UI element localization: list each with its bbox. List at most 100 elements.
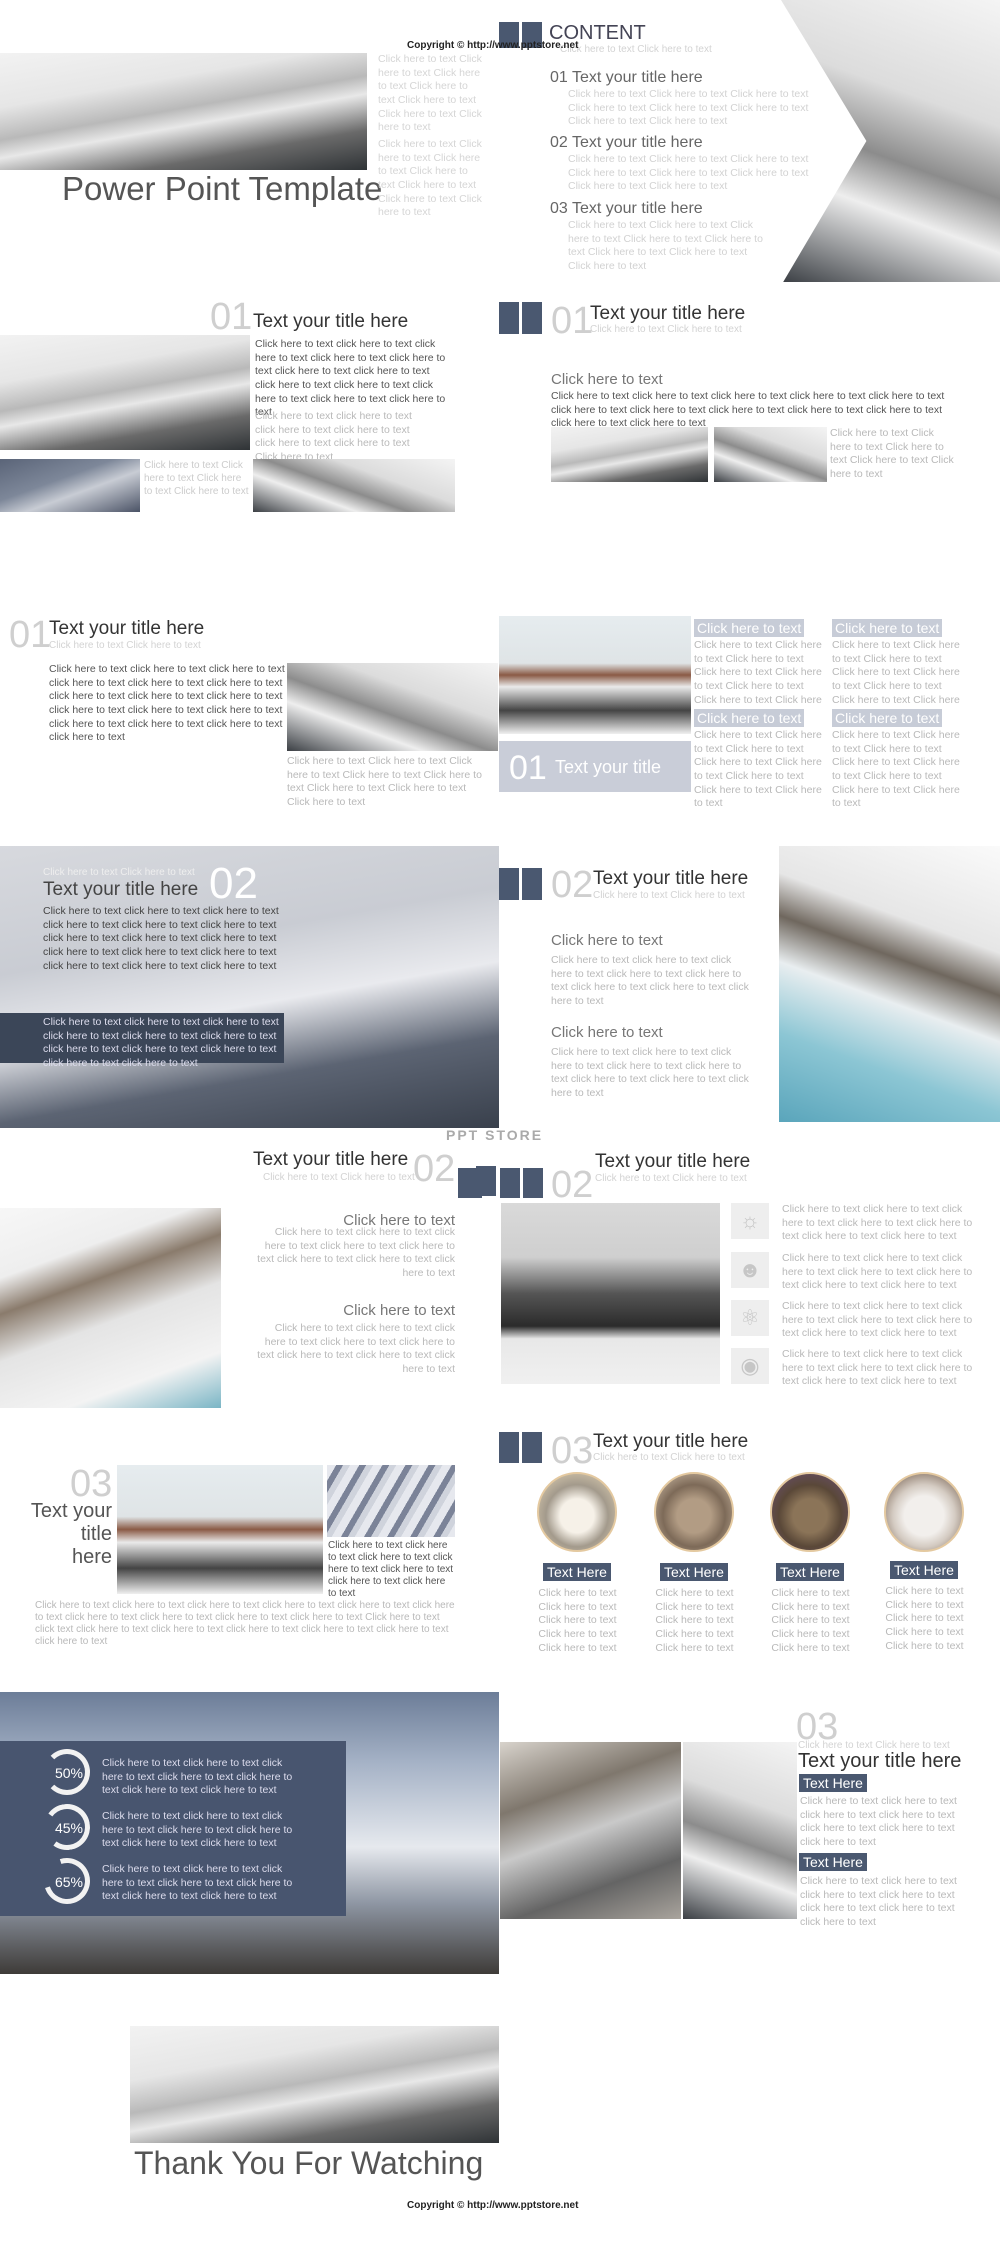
strip-image <box>0 459 140 512</box>
slide-subtitle: Click here to text Click here to text <box>595 1173 747 1184</box>
forest-image <box>501 1203 720 1384</box>
slide-title: Text your title here <box>43 879 199 900</box>
slide-body: Click here to text click here to text cl… <box>43 905 279 972</box>
house-image <box>499 616 691 734</box>
block-body: Click here to text click here to text cl… <box>800 1795 957 1848</box>
band-text: Click here to text click here to text cl… <box>43 1016 279 1069</box>
slide-title: Text your title here <box>593 868 749 889</box>
item-body: Click here to text click here to text cl… <box>782 1203 973 1243</box>
stat-body: Click here to text click here to text cl… <box>102 1863 293 1903</box>
slide-subtitle: Click here to text Click here to text <box>590 324 742 335</box>
slide-title: Text your title here <box>49 618 205 639</box>
content-item-body: Click here to text Click here to text Cl… <box>568 219 763 272</box>
cat-photo <box>770 1472 850 1552</box>
section-number: 03 <box>551 1430 594 1472</box>
text-band: Click here to text click here to text cl… <box>0 1013 284 1069</box>
clouds-image <box>327 1465 455 1537</box>
cover-title: Power Point Template <box>62 170 383 207</box>
slide-subtitle: Click here to text Click here to text <box>593 890 745 901</box>
accent-square <box>522 302 542 334</box>
card-label: Text Here <box>890 1561 958 1579</box>
slide-subtitle: Click here to text Click here to text <box>43 867 195 878</box>
stat-value: 50% <box>54 1765 84 1781</box>
slide-image <box>714 427 827 482</box>
card-label: Click here to text <box>694 709 805 727</box>
section-number: 02 <box>551 864 594 906</box>
block-body: Click here to text click here to text cl… <box>257 1322 455 1375</box>
cat-photo <box>884 1472 964 1552</box>
card-body: Click here to text Click here to text Cl… <box>655 1587 734 1654</box>
accent-square <box>500 1168 520 1198</box>
block-body: Click here to text click here to text cl… <box>551 1046 749 1099</box>
card-label: Text Here <box>660 1563 728 1581</box>
slide-body: Click here to text click here to text cl… <box>255 410 412 463</box>
closing-image <box>130 2026 499 2143</box>
slide-subtitle: Click here to text Click here to text <box>593 1452 745 1463</box>
bottom-text: Click here to text click here to text cl… <box>35 1600 455 1647</box>
user-icon: ☻ <box>731 1252 769 1288</box>
card-label: Click here to text <box>694 619 805 637</box>
mountain-image <box>683 1742 797 1919</box>
stat-value: 45% <box>54 1820 84 1836</box>
house-image <box>117 1465 323 1594</box>
section-number: 01 <box>210 296 253 338</box>
accent-square <box>499 302 519 334</box>
block-heading: Click here to text <box>551 1024 663 1041</box>
content-item-title: 03 Text your title here <box>550 200 703 217</box>
item-body: Click here to text click here to text cl… <box>782 1300 973 1340</box>
card-body: Click here to text Click here to text Cl… <box>538 1587 617 1654</box>
card-label: Click here to text <box>832 709 943 727</box>
item-body: Click here to text click here to text cl… <box>782 1252 973 1292</box>
glacier-image <box>779 846 1000 1122</box>
closing-title: Thank You For Watching <box>134 2145 484 2181</box>
accent-square <box>499 868 519 900</box>
block-body: Click here to text click here to text cl… <box>257 1226 455 1279</box>
lightbulb-icon: ☼ <box>731 1203 769 1239</box>
slide-body: Click here to text click here to text cl… <box>551 390 945 430</box>
atom-icon: ⚛ <box>731 1300 769 1336</box>
stat-body: Click here to text click here to text cl… <box>102 1757 293 1797</box>
copyright: Copyright © http://www.pptstore.net <box>407 40 579 51</box>
accent-square <box>476 1166 496 1196</box>
card-body: Click here to text Click here to text Cl… <box>885 1585 964 1652</box>
slide-title: Text your title here <box>253 311 409 332</box>
block-body: Click here to text click here to text cl… <box>800 1875 957 1928</box>
card-body: Click here to text Click here to text Cl… <box>832 729 960 810</box>
block-heading: Click here to text <box>551 932 663 949</box>
section-number: 02 <box>209 859 258 908</box>
slide-image <box>551 427 708 482</box>
cover-side-text: Click here to text Click here to text Cl… <box>378 53 482 134</box>
box-number: 01 <box>509 749 547 787</box>
stat-value: 65% <box>54 1874 84 1890</box>
card-body: Click here to text Click here to text Cl… <box>771 1587 850 1654</box>
slide-title: Text your title here <box>20 1500 112 1569</box>
content-item-body: Click here to text Click here to text Cl… <box>568 88 809 128</box>
watermark: PPT STORE <box>446 1127 544 1143</box>
slide-caption: Click here to text Click here to text Cl… <box>287 755 482 808</box>
content-item-body: Click here to text Click here to text Cl… <box>568 153 809 193</box>
block-label: Text Here <box>799 1853 867 1871</box>
card-label: Text Here <box>543 1563 611 1581</box>
accent-square <box>523 1168 543 1198</box>
content-item-title: 02 Text your title here <box>550 134 703 151</box>
slide-title: Text your title here <box>593 1431 749 1452</box>
block-heading: Click here to text <box>343 1302 455 1319</box>
content-item-title: 01 Text your title here <box>550 69 703 86</box>
globe-icon: ◉ <box>731 1348 769 1384</box>
strip-text: Click here to text Click here to text Cl… <box>144 460 249 497</box>
card-label: Text Here <box>776 1563 844 1581</box>
slide-image <box>287 663 498 751</box>
section-number: 01 <box>9 614 52 656</box>
title-line: here <box>71 1546 112 1568</box>
section-number: 02 <box>413 1148 456 1190</box>
card-label: Click here to text <box>832 619 943 637</box>
title-line: Text your <box>30 1500 112 1522</box>
card-body: Click here to text Click here to text Cl… <box>694 729 822 810</box>
cat-photo <box>537 1472 617 1552</box>
cat-photo <box>654 1472 734 1552</box>
chevron-image <box>781 0 1000 282</box>
slide-body: Click here to text click here to text cl… <box>49 663 285 744</box>
glacier-image <box>500 1742 681 1919</box>
block-label: Text Here <box>799 1774 867 1792</box>
block-body: Click here to text click here to text cl… <box>551 954 749 1007</box>
